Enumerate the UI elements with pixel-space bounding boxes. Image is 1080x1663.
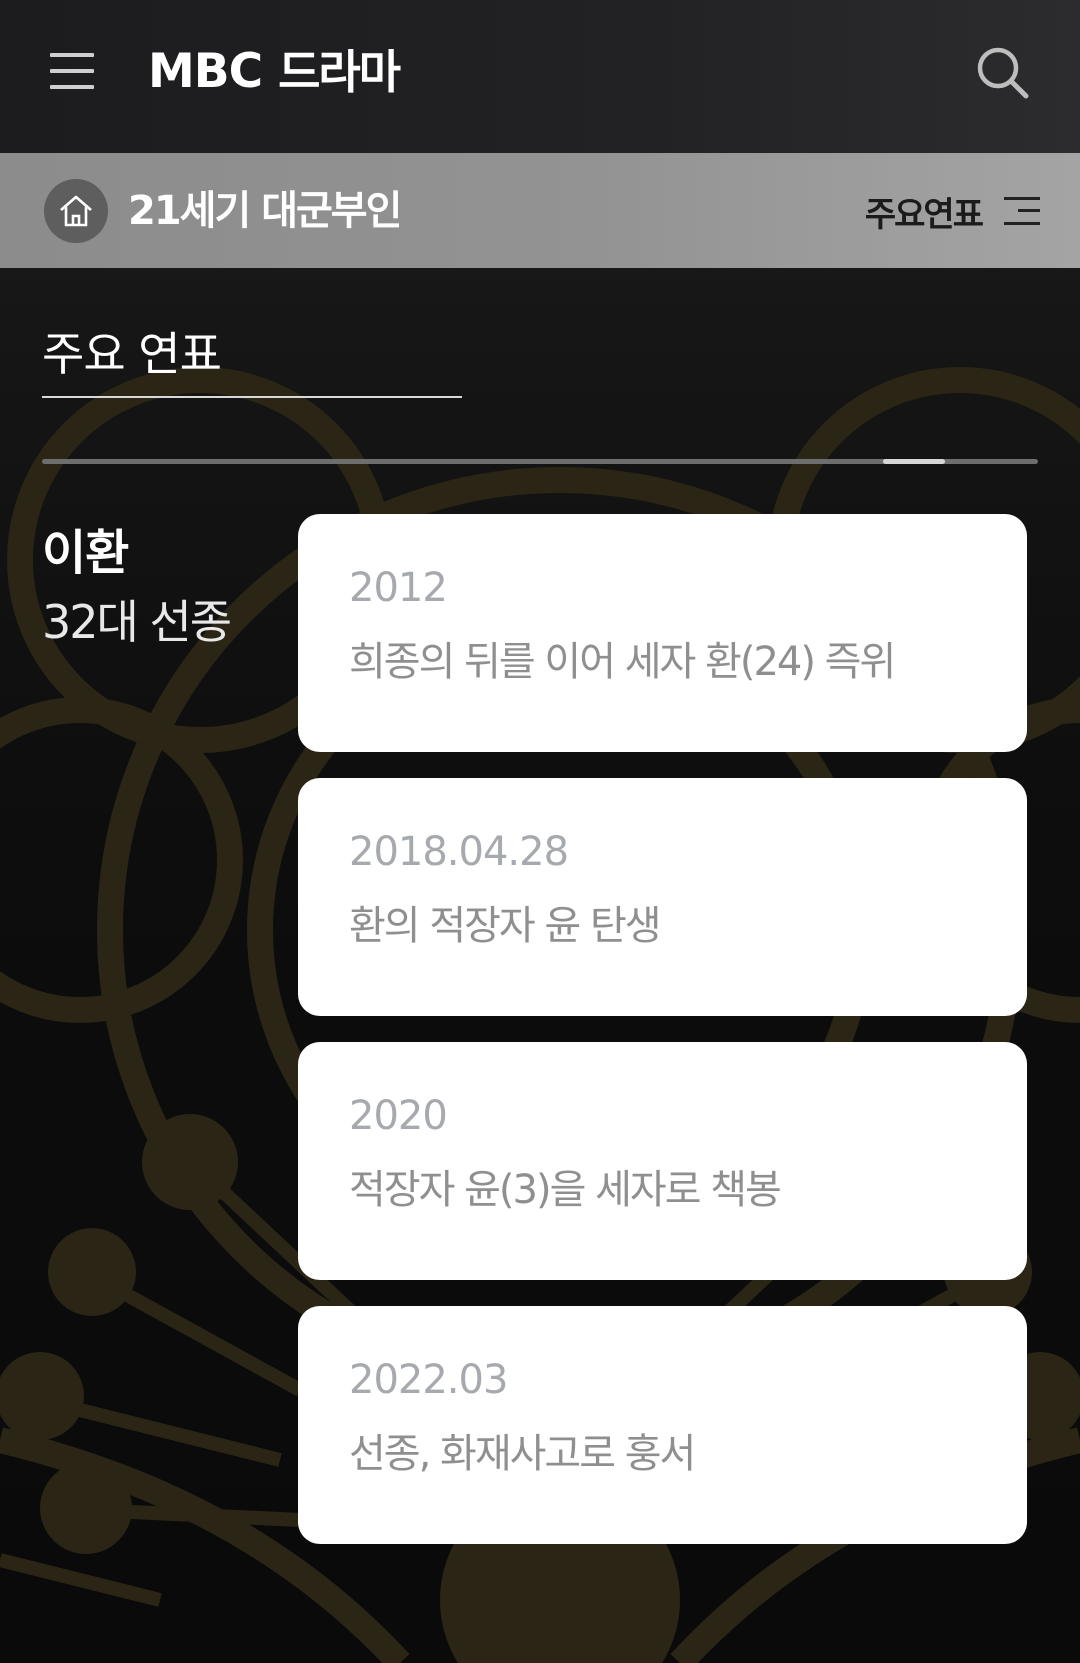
timeline-list: 2012 희종의 뒤를 이어 세자 환(24) 즉위 2018.04.28 환의… <box>298 514 1027 1570</box>
program-nav-bar: 21세기 대군부인 주요연표 <box>0 153 1080 268</box>
timeline-date: 2018.04.28 <box>349 829 569 875</box>
home-icon[interactable] <box>44 179 108 243</box>
hamburger-icon[interactable] <box>46 48 98 94</box>
character-name: 이환 <box>42 525 129 581</box>
timeline-card[interactable]: 2018.04.28 환의 적장자 윤 탄생 <box>298 778 1027 1016</box>
carousel-scrollbar[interactable] <box>42 459 1038 464</box>
page-heading: 주요 연표 <box>42 318 462 398</box>
search-icon[interactable] <box>974 44 1034 104</box>
timeline-card[interactable]: 2022.03 선종, 화재사고로 훙서 <box>298 1306 1027 1544</box>
timeline-event: 적장자 윤(3)을 세자로 책봉 <box>349 1167 782 1213</box>
logo-text: MBC <box>148 44 263 99</box>
character-info: 이환 32대 선종 <box>42 522 282 650</box>
page: MBC 드라마 21세기 대군부인 주요연표 주요 연표 이환 32대 선종 2… <box>0 0 1080 1663</box>
section-menu-button[interactable]: 주요연표 <box>865 183 1040 239</box>
program-title[interactable]: 21세기 대군부인 <box>128 183 402 239</box>
timeline-event: 희종의 뒤를 이어 세자 환(24) 즉위 <box>349 639 896 685</box>
mbc-drama-logo[interactable]: MBC 드라마 <box>148 40 401 104</box>
page-title: 주요 연표 <box>42 327 222 381</box>
timeline-date: 2022.03 <box>349 1357 508 1403</box>
character-role: 32대 선종 <box>42 595 232 649</box>
timeline-event: 선종, 화재사고로 훙서 <box>349 1431 696 1477</box>
logo-subtitle: 드라마 <box>278 45 401 99</box>
list-icon <box>1000 195 1040 227</box>
timeline-card[interactable]: 2020 적장자 윤(3)을 세자로 책봉 <box>298 1042 1027 1280</box>
timeline-card[interactable]: 2012 희종의 뒤를 이어 세자 환(24) 즉위 <box>298 514 1027 752</box>
carousel-scroll-thumb[interactable] <box>883 459 945 464</box>
timeline-date: 2012 <box>349 565 448 611</box>
section-menu-label: 주요연표 <box>864 194 984 235</box>
top-app-bar: MBC 드라마 <box>0 0 1080 153</box>
timeline-date: 2020 <box>349 1093 448 1139</box>
timeline-event: 환의 적장자 윤 탄생 <box>349 903 662 949</box>
